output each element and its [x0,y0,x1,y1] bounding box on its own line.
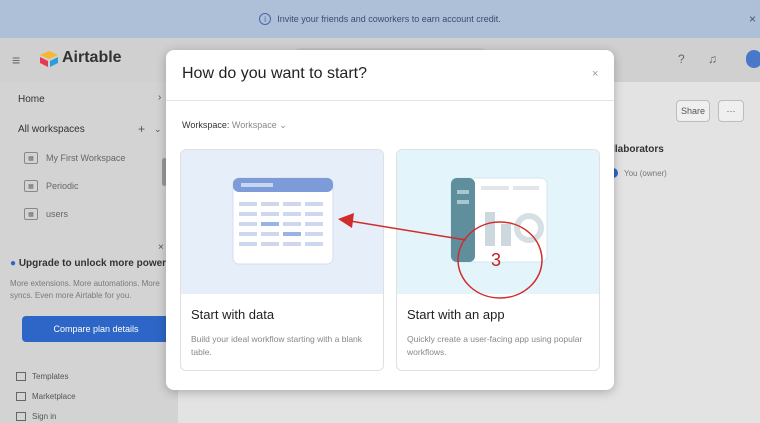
chevron-right-icon[interactable]: › [158,92,161,103]
chevron-down-icon[interactable]: ⌄ [154,124,162,135]
upgrade-title: ● Upgrade to unlock more power [10,258,166,269]
sidebar-item-marketplace[interactable]: Marketplace [16,392,76,401]
workspace-name: Periodic [46,181,79,191]
help-icon[interactable]: ? [678,52,685,66]
sign-in-label: Sign in [32,412,57,421]
info-icon: i [259,13,272,25]
upgrade-icon: ● [10,258,17,269]
upgrade-title-text: Upgrade to unlock more power [18,258,167,269]
sidebar-item-home[interactable]: Home [18,94,45,105]
sidebar-item-sign-in[interactable]: Sign in [16,412,56,421]
start-with-data-card[interactable]: Start with data Build your ideal workflo… [180,149,384,371]
banner-text[interactable]: Invite your friends and coworkers to ear… [277,14,501,24]
sidebar-workspace-item[interactable]: ▦ My First Workspace [24,152,125,164]
sidebar-item-templates[interactable]: Templates [16,372,68,381]
start-modal: How do you want to start? × Workspace: W… [166,50,614,390]
sidebar-all-workspaces[interactable]: All workspaces [18,124,85,135]
sign-in-icon [16,412,26,421]
templates-icon [16,372,26,381]
more-options-button[interactable]: ··· [718,100,744,122]
workspace-icon: ▦ [24,208,38,220]
workspace-icon: ▦ [24,180,38,192]
marketplace-label: Marketplace [32,392,76,401]
compare-plan-button[interactable]: Compare plan details [22,316,170,342]
app-illustration-icon [397,150,599,294]
upgrade-description: More extensions. More automations. More … [10,279,160,300]
notification-bell-icon[interactable]: ♫ [708,52,717,66]
card-title: Start with data [191,307,275,322]
workspace-icon: ▦ [24,152,38,164]
card-description: Quickly create a user-facing app using p… [407,334,583,357]
workspace-selector[interactable]: Workspace: Workspace ⌄ [182,120,287,131]
add-workspace-icon[interactable]: + [138,122,145,136]
workspace-selector-label: Workspace: [182,120,230,130]
modal-close-icon[interactable]: × [592,68,598,80]
modal-divider [166,100,614,101]
collaborator-item: You (owner) [608,168,667,178]
sidebar-workspace-item[interactable]: ▦ Periodic [24,180,79,192]
workspace-name: users [46,209,69,219]
hamburger-menu-icon[interactable]: ≡ [12,52,20,68]
collaborator-name: You (owner) [624,168,667,178]
workspace-selector-value: Workspace [231,120,277,130]
avatar[interactable] [746,50,760,68]
sidebar: Home › All workspaces + ⌄ ▦ My First Wor… [0,82,178,423]
workspace-name: My First Workspace [46,153,126,163]
close-upgrade-icon[interactable]: × [158,242,164,253]
data-table-illustration-icon [181,150,383,294]
collaborators-title: ollaborators [606,144,664,155]
sidebar-workspace-item[interactable]: ▦ users [24,208,68,220]
banner-close-icon[interactable]: × [749,12,756,26]
card-description: Build your ideal workflow starting with … [191,334,363,357]
card-title: Start with an app [407,307,505,322]
modal-title: How do you want to start? [182,65,367,82]
templates-label: Templates [32,372,69,381]
chevron-down-icon: ⌄ [279,120,287,130]
annotation-step-number: 3 [491,250,502,270]
brand-name[interactable]: Airtable [62,49,122,67]
marketplace-icon [16,392,26,401]
share-button[interactable]: Share [676,100,710,122]
airtable-logo-icon[interactable] [38,50,60,68]
invite-banner: i Invite your friends and coworkers to e… [0,0,760,38]
